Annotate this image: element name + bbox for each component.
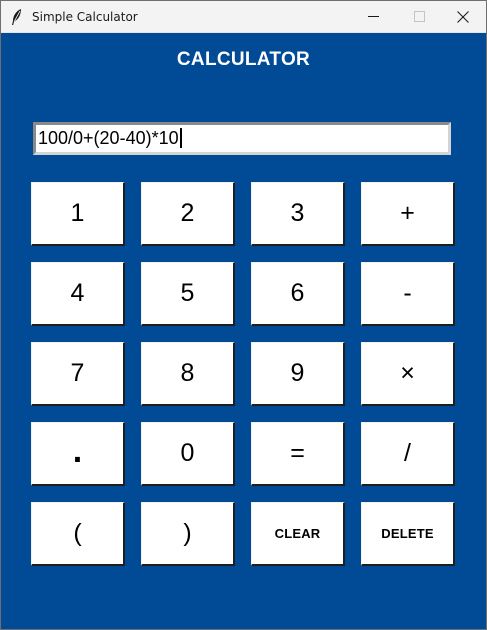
minimize-button[interactable] [350,1,396,32]
key-9[interactable]: 9 [251,342,345,406]
window-title: Simple Calculator [32,10,138,24]
key-6[interactable]: 6 [251,262,345,326]
key-divide[interactable]: / [361,422,455,486]
key-8[interactable]: 8 [141,342,235,406]
feather-icon [12,9,21,25]
maximize-icon [413,11,425,22]
delete-button[interactable]: DELETE [361,502,455,566]
calculator-window: Simple Calculator CALCULATOR 100/0+(20-4… [0,0,487,630]
close-button[interactable] [440,1,486,32]
key-equals[interactable]: = [251,422,345,486]
maximize-button[interactable] [396,1,442,32]
clear-button[interactable]: CLEAR [251,502,345,566]
key-2[interactable]: 2 [141,182,235,246]
key-plus[interactable]: + [361,182,455,246]
key-3[interactable]: 3 [251,182,345,246]
key-minus[interactable]: - [361,262,455,326]
minimize-icon [367,16,379,17]
title-bar[interactable]: Simple Calculator [1,1,486,33]
key-7[interactable]: 7 [31,342,125,406]
close-icon [457,10,469,23]
key-1[interactable]: 1 [31,182,125,246]
expression-input[interactable]: 100/0+(20-40)*10 [33,122,451,155]
expression-text: 100/0+(20-40)*10 [38,128,179,148]
key-decimal[interactable]: . [31,422,125,486]
key-4[interactable]: 4 [31,262,125,326]
key-open-paren[interactable]: ( [31,502,125,566]
key-close-paren[interactable]: ) [141,502,235,566]
text-caret [179,128,182,148]
key-5[interactable]: 5 [141,262,235,326]
key-0[interactable]: 0 [141,422,235,486]
calculator-heading: CALCULATOR [176,49,311,70]
key-multiply[interactable]: × [361,342,455,406]
